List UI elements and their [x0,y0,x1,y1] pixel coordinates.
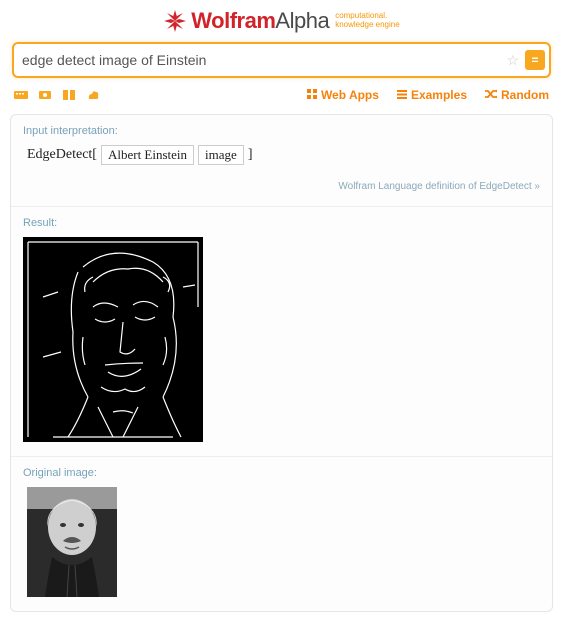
nav-examples[interactable]: Examples [397,88,467,102]
pod-title: Result: [23,217,540,229]
nav-webapps[interactable]: Web Apps [307,88,379,102]
grid-icon [307,88,317,102]
tagline: computational. knowledge engine [335,12,400,30]
results-panel: Input interpretation: EdgeDetect[ Albert… [10,114,553,612]
nav-random[interactable]: Random [485,88,549,102]
submit-button[interactable]: = [525,50,545,70]
toolbar-right: Web Apps Examples Random [307,88,549,102]
definition-link[interactable]: Wolfram Language definition of EdgeDetec… [338,181,540,192]
toolbar: Web Apps Examples Random [14,88,549,102]
shuffle-icon [485,88,497,102]
search-wrap: ☆ = [12,42,551,78]
search-input[interactable] [22,52,506,68]
pod-title: Original image: [23,467,540,479]
header: WolframAlpha computational. knowledge en… [0,0,563,42]
interp-close: ] [248,147,253,163]
nav-examples-label: Examples [411,88,467,102]
original-image [27,487,117,597]
pod-result: Result: [11,207,552,457]
logo[interactable]: WolframAlpha computational. knowledge en… [163,8,399,34]
list-icon [397,88,407,102]
interp-arg-prop: image [198,145,244,165]
interp-arg-entity: Albert Einstein [101,145,194,165]
edge-detected-image [23,237,203,442]
pod-title: Input interpretation: [23,125,540,137]
spikey-icon [163,9,187,33]
pod-input-interpretation: Input interpretation: EdgeDetect[ Albert… [11,115,552,207]
nav-random-label: Random [501,88,549,102]
interp-fn: EdgeDetect[ [27,147,97,163]
toolbar-left [14,89,100,101]
data-input-icon[interactable] [62,89,76,101]
image-input-icon[interactable] [38,89,52,101]
file-upload-icon[interactable] [86,89,100,101]
nav-webapps-label: Web Apps [321,88,379,102]
favorite-icon[interactable]: ☆ [506,52,519,69]
pod-original-image: Original image: [11,457,552,611]
logo-text: WolframAlpha [191,8,329,34]
interpretation-expr: EdgeDetect[ Albert Einstein image ] [27,145,540,165]
extended-keyboard-icon[interactable] [14,89,28,101]
search-bar[interactable]: ☆ = [12,42,551,78]
